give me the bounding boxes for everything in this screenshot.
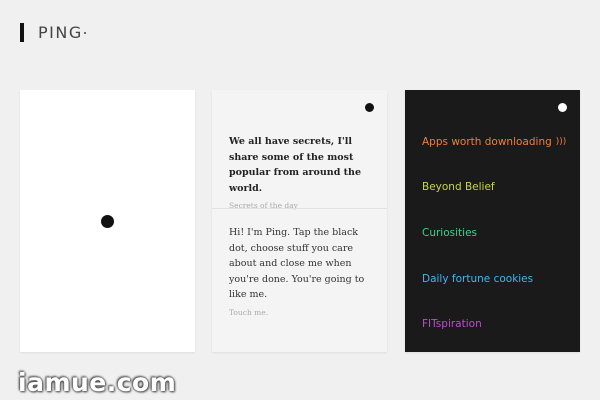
- message-text: We all have secrets, I'll share some of …: [229, 136, 361, 194]
- menu-item-label: Daily fortune cookies: [422, 273, 534, 285]
- menu-item-beyond-belief[interactable]: Beyond Belief: [422, 181, 495, 193]
- black-dot-icon[interactable]: [101, 215, 114, 228]
- message-text: Hi! I'm Ping. Tap the black dot, choose …: [229, 227, 365, 300]
- message-item-welcome[interactable]: Hi! I'm Ping. Tap the black dot, choose …: [229, 225, 369, 317]
- menu-item-curiosities[interactable]: Curiosities: [422, 227, 477, 239]
- app-header: PING: [20, 22, 86, 42]
- menu-item-label: Apps worth downloading: [422, 136, 552, 148]
- app-logo: PING: [38, 23, 86, 42]
- menu-item-label: Curiosities: [422, 227, 477, 239]
- message-item-secrets[interactable]: We all have secrets, I'll share some of …: [229, 134, 369, 210]
- dot-icon: [83, 32, 86, 34]
- sound-wave-icon: ))): [555, 137, 567, 147]
- menu-item-label: FITspiration: [422, 318, 482, 330]
- topics-menu-card: Apps worth downloading))) Beyond Belief …: [405, 90, 580, 352]
- watermark: iamue.com: [18, 368, 177, 397]
- blank-card: [20, 90, 195, 352]
- menu-item-fitspiration[interactable]: FITspiration: [422, 318, 482, 330]
- menu-item-label: Beyond Belief: [422, 181, 495, 193]
- menu-item-apps[interactable]: Apps worth downloading))): [422, 136, 566, 148]
- divider: [212, 208, 387, 209]
- messages-card: We all have secrets, I'll share some of …: [212, 90, 387, 352]
- logo-bar: [20, 22, 24, 42]
- logo-text: PING: [38, 22, 83, 42]
- menu-item-fortune-cookies[interactable]: Daily fortune cookies: [422, 273, 533, 285]
- white-dot-icon[interactable]: [558, 103, 567, 112]
- message-subtitle: Touch me.: [229, 307, 269, 317]
- black-dot-icon[interactable]: [365, 103, 374, 112]
